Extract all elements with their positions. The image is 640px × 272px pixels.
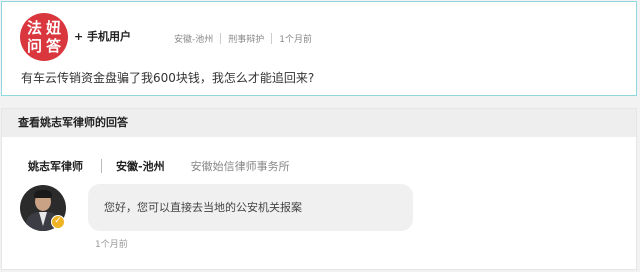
question-category[interactable]: 刑事辩护 bbox=[228, 32, 264, 45]
divider bbox=[101, 159, 102, 173]
logo-char: 妞 bbox=[45, 19, 61, 37]
divider bbox=[271, 33, 273, 44]
divider bbox=[220, 33, 222, 44]
answer-section: 查看姚志军律师的回答 姚志军律师 安徽-池州 安徽始信律师事务所 ✓ 您好，您可… bbox=[1, 108, 637, 270]
lawyer-name[interactable]: 姚志军律师 bbox=[28, 158, 83, 174]
logo-char: 答 bbox=[45, 37, 61, 55]
answer-bubble: 您好，您可以直接去当地的公安机关报案 bbox=[88, 184, 413, 231]
answer-section-header: 查看姚志军律师的回答 bbox=[2, 109, 636, 137]
fanniu-logo[interactable]: 法 妞 问 答 bbox=[20, 13, 68, 61]
asker-name[interactable]: + 手机用户 bbox=[74, 28, 131, 44]
question-card: 法 妞 问 答 + 手机用户 安徽-池州 刑事辩护 1个月前 有车云传销资金盘骗… bbox=[1, 1, 637, 96]
avatar-hair bbox=[34, 190, 52, 198]
logo-char: 问 bbox=[26, 37, 42, 55]
lawyer-location: 安徽-池州 bbox=[116, 160, 165, 173]
question-time: 1个月前 bbox=[279, 35, 312, 45]
question-text: 有车云传销资金盘骗了我600块钱，我怎么才能追回来? bbox=[21, 71, 315, 85]
lawyer-info-row: 姚志军律师 安徽-池州 安徽始信律师事务所 bbox=[28, 158, 290, 174]
answer-time: 1个月前 bbox=[95, 240, 128, 250]
lawyer-firm: 安徽始信律师事务所 bbox=[190, 160, 290, 173]
question-location: 安徽-池州 bbox=[174, 35, 214, 45]
logo-char: 法 bbox=[26, 19, 42, 37]
verified-badge-icon: ✓ bbox=[51, 215, 65, 229]
question-meta: 安徽-池州 刑事辩护 1个月前 bbox=[174, 32, 312, 45]
